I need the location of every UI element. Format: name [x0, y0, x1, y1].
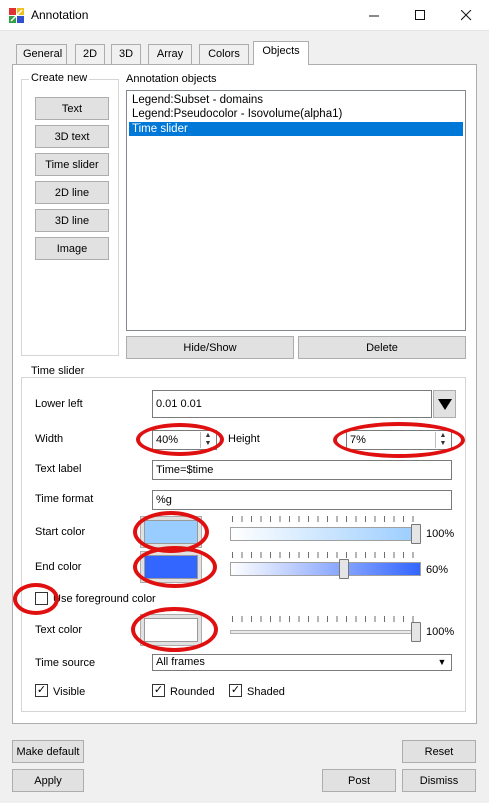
maximize-icon — [414, 10, 425, 20]
create-2d-line-button[interactable]: 2D line — [35, 181, 109, 204]
reset-button[interactable]: Reset — [402, 740, 476, 763]
lower-left-input[interactable]: 0.01 0.01 — [152, 390, 432, 418]
make-default-button[interactable]: Make default — [12, 740, 84, 763]
use-foreground-label: Use foreground color — [53, 593, 156, 605]
close-button[interactable] — [443, 0, 489, 31]
create-image-button[interactable]: Image — [35, 237, 109, 260]
annotation-objects-title: Annotation objects — [126, 73, 217, 85]
rounded-checkbox[interactable]: ✓ — [152, 684, 165, 697]
end-opacity-thumb[interactable] — [338, 559, 349, 579]
tab-general[interactable]: General — [16, 44, 67, 64]
chevron-down-icon[interactable]: ▼ — [433, 655, 451, 670]
highlight-text-color — [131, 607, 218, 652]
time-source-select[interactable]: All frames ▼ — [152, 654, 452, 671]
list-item[interactable]: Legend:Pseudocolor - Isovolume(alpha1) — [129, 107, 463, 121]
text-label-input[interactable]: Time=$time — [152, 460, 452, 480]
triangle-down-icon — [437, 399, 452, 410]
start-opacity-value: 100% — [426, 528, 455, 540]
text-color-label: Text color — [35, 624, 83, 636]
tab-array[interactable]: Array — [148, 44, 192, 64]
create-3d-line-button[interactable]: 3D line — [35, 209, 109, 232]
tab-2d[interactable]: 2D — [75, 44, 105, 64]
create-3d-text-button[interactable]: 3D text — [35, 125, 109, 148]
end-opacity-ticks — [232, 552, 420, 558]
text-opacity-slider[interactable] — [230, 630, 421, 634]
start-color-label: Start color — [35, 526, 86, 538]
minimize-icon — [368, 15, 379, 17]
time-slider-title: Time slider — [29, 365, 87, 377]
start-opacity-thumb[interactable] — [411, 524, 421, 544]
visible-label: Visible — [53, 686, 86, 698]
delete-button[interactable]: Delete — [298, 336, 466, 359]
highlight-end-color — [133, 546, 217, 588]
list-item[interactable]: Legend:Subset - domains — [129, 93, 463, 107]
visible-checkbox[interactable]: ✓ — [35, 684, 48, 697]
list-item-selected[interactable]: Time slider — [129, 122, 463, 136]
end-opacity-value: 60% — [426, 564, 449, 576]
tab-colors[interactable]: Colors — [199, 44, 249, 64]
highlight-use-foreground — [13, 583, 59, 615]
text-opacity-value: 100% — [426, 626, 455, 638]
end-color-label: End color — [35, 561, 82, 573]
end-opacity-slider[interactable] — [230, 562, 421, 576]
tab-3d[interactable]: 3D — [111, 44, 141, 64]
lower-left-label: Lower left — [35, 398, 83, 410]
title-bar: Annotation — [0, 0, 489, 31]
text-opacity-thumb[interactable] — [411, 622, 421, 642]
tab-objects[interactable]: Objects — [253, 41, 309, 65]
time-format-label: Time format — [35, 493, 94, 505]
start-opacity-ticks — [232, 516, 420, 522]
time-source-label: Time source — [35, 657, 96, 669]
create-new-title: Create new — [29, 72, 90, 84]
time-format-input[interactable]: %g — [152, 490, 452, 510]
text-label-label: Text label — [35, 463, 82, 475]
window-title: Annotation — [31, 8, 89, 22]
create-time-slider-button[interactable]: Time slider — [35, 153, 109, 176]
post-button[interactable]: Post — [322, 769, 396, 792]
maximize-button[interactable] — [397, 0, 443, 31]
time-source-value: All frames — [156, 656, 205, 668]
width-label: Width — [35, 433, 64, 445]
shaded-label: Shaded — [247, 686, 285, 698]
dismiss-button[interactable]: Dismiss — [402, 769, 476, 792]
shaded-checkbox[interactable]: ✓ — [229, 684, 242, 697]
highlight-width — [136, 423, 224, 456]
rounded-label: Rounded — [170, 686, 215, 698]
height-label: Height — [228, 433, 260, 445]
start-opacity-slider[interactable] — [230, 527, 421, 541]
create-text-button[interactable]: Text — [35, 97, 109, 120]
highlight-height — [333, 422, 465, 458]
annotation-objects-list[interactable]: Legend:Subset - domains Legend:Pseudocol… — [126, 90, 466, 331]
lower-left-pick-button[interactable] — [433, 390, 456, 418]
apply-button[interactable]: Apply — [12, 769, 84, 792]
close-icon — [460, 10, 471, 21]
minimize-button[interactable] — [351, 0, 397, 31]
text-opacity-ticks — [232, 616, 420, 622]
hide-show-button[interactable]: Hide/Show — [126, 336, 294, 359]
app-icon — [9, 8, 24, 23]
